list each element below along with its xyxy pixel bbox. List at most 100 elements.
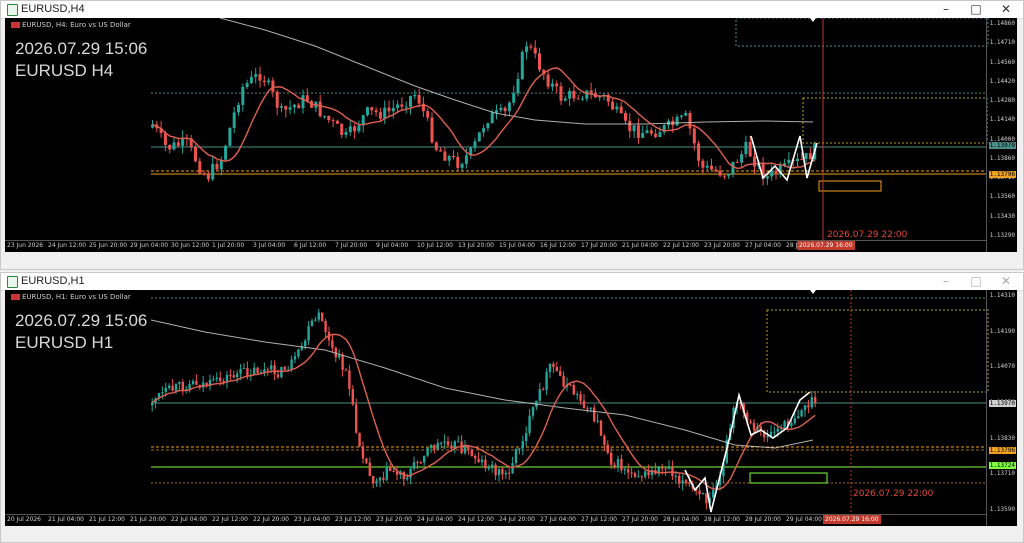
candle-body [688, 483, 691, 485]
candle-body [236, 373, 239, 378]
candle-body [348, 126, 352, 133]
time-tick: 24 Jul 20:00 [499, 516, 535, 523]
candle-body [698, 490, 701, 495]
candle-body [636, 125, 640, 138]
candle-body [630, 472, 633, 474]
minimize-icon[interactable]: – [931, 1, 961, 18]
candle-body [395, 471, 399, 475]
price-tick: 1.14190 [989, 327, 1015, 335]
candle-body [674, 475, 677, 477]
minimize-icon[interactable]: – [931, 273, 961, 290]
candle-body [712, 489, 715, 498]
time-tick: 21 Jul 20:00 [130, 516, 166, 523]
price-chart[interactable]: EURUSD, H4: Euro vs US Dollar 2026.07.29… [5, 18, 1017, 252]
window-titlebar[interactable]: EURUSD,H4 – □ ✕ [1, 1, 1023, 19]
candle-body [439, 149, 443, 152]
candle-body [572, 384, 575, 395]
candle-body [615, 106, 619, 110]
symbol-description: EURUSD, H4: Euro vs US Dollar [22, 21, 131, 29]
candle-body [317, 312, 320, 320]
chart-window-h4[interactable]: EURUSD,H4 – □ ✕ EURUSD, H4: Euro vs US D… [0, 0, 1024, 270]
maximize-icon[interactable]: □ [961, 1, 991, 18]
price-axis[interactable]: 1.143101.141901.140701.139501.138301.137… [986, 290, 1017, 526]
overlay-symbol: EURUSD H4 [15, 61, 114, 80]
maximize-icon[interactable]: □ [961, 273, 991, 290]
price-axis[interactable]: 1.14860 1.14710 1.14560 1.14420 1.14280 1.141… [986, 18, 1017, 252]
candle-body [430, 117, 434, 143]
candle-body [228, 127, 232, 146]
candle-body [606, 444, 609, 453]
candle-body [610, 452, 613, 465]
time-tick: 3 Jul 04:00 [253, 242, 286, 249]
candle-body [344, 132, 348, 135]
candle-body [765, 176, 769, 179]
candle-body [447, 155, 451, 161]
candle-body [375, 480, 378, 484]
candle-body [773, 431, 776, 433]
price-tag: 1.13796 [988, 447, 1016, 454]
candle-body [215, 377, 218, 380]
candle-body [321, 312, 324, 321]
time-tick: 24 Jul 12:00 [458, 516, 494, 523]
chart-window-h1[interactable]: EURUSD,H1 – □ ✕ EURUSD, H1: Euro vs US D… [0, 272, 1024, 543]
candle-body [692, 128, 696, 144]
candle-body [429, 444, 433, 449]
candle-body [419, 462, 422, 464]
price-tag: 1.13724 [988, 462, 1016, 469]
candle-body [318, 101, 322, 117]
candle-body [174, 383, 178, 391]
time-tick: 20 Jul 2026 [7, 516, 41, 523]
candlestick-plot[interactable] [5, 18, 1017, 252]
candle-body [396, 104, 400, 108]
candle-body [619, 106, 623, 114]
candle-body [340, 123, 344, 135]
time-tick: 1 Jul 20:00 [212, 242, 245, 249]
candle-body [640, 476, 643, 478]
candle-body [803, 405, 807, 411]
candle-body [790, 423, 793, 427]
price-tick: 1.13430 [989, 212, 1015, 220]
candle-body [392, 470, 395, 472]
candle-body [718, 170, 722, 176]
candle-body [460, 441, 463, 454]
candle-body [593, 407, 596, 422]
candle-body [616, 459, 620, 467]
price-tick: 1.13590 [989, 506, 1015, 513]
candle-body [215, 163, 219, 170]
time-tick: 21 Jul 04:00 [622, 242, 658, 249]
candle-body [314, 319, 317, 321]
candle-body [766, 435, 769, 438]
candle-body [374, 110, 378, 113]
candle-body [684, 112, 688, 116]
candle-body [490, 112, 494, 124]
candle-body [262, 80, 266, 83]
time-tick: 22 Jul 04:00 [171, 516, 207, 523]
candle-body [679, 115, 683, 117]
candle-body [688, 112, 692, 129]
time-tick: 24 Jul 04:00 [417, 516, 453, 523]
candle-body [559, 86, 563, 101]
candle-body [555, 367, 558, 372]
candle-body [400, 104, 404, 107]
candle-body [569, 384, 572, 386]
candle-body [623, 469, 626, 471]
candle-body [229, 374, 232, 376]
candle-body [426, 111, 430, 118]
close-icon[interactable]: ✕ [991, 1, 1021, 18]
close-icon[interactable]: ✕ [991, 273, 1021, 290]
vertical-line-label: 2026.07.29 22:00 [853, 489, 934, 499]
candle-body [731, 161, 735, 174]
candle-body [644, 471, 647, 477]
time-axis[interactable]: 23 Jun 2026 24 Jun 12:00 25 Jun 20:00 29 Ju… [5, 240, 987, 252]
time-tick: 23 Jul 12:00 [335, 516, 371, 523]
price-tick: 1.14860 [989, 20, 1015, 27]
zone-box [735, 18, 989, 47]
window-titlebar[interactable]: EURUSD,H1 – □ ✕ [1, 273, 1023, 291]
candle-body [645, 130, 649, 134]
time-tick: 21 Jul 04:00 [48, 516, 84, 523]
time-axis[interactable]: 20 Jul 2026 21 Jul 04:00 21 Jul 12:00 21 Ju… [5, 514, 987, 526]
time-tick: 23 Jul 20:00 [704, 242, 740, 249]
candle-body [538, 389, 541, 401]
price-chart[interactable]: EURUSD, H1: Euro vs US Dollar 2026.07.29… [5, 290, 1017, 526]
candle-body [245, 83, 249, 87]
